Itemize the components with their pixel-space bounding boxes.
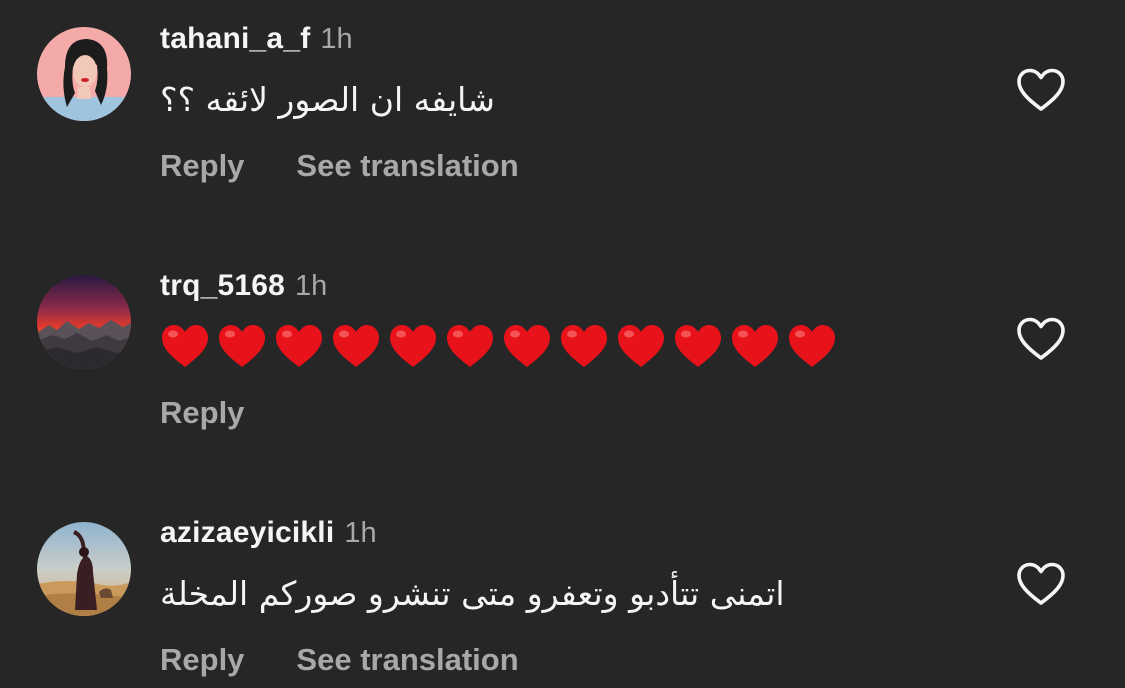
timestamp: 1h: [320, 23, 353, 55]
reply-button[interactable]: Reply: [160, 148, 244, 184]
illustrated-woman-avatar-icon: [37, 27, 131, 121]
red-heart-emoji-icon: [276, 325, 322, 367]
comment-item: tahani_a_f 1h شايفه ان الصور لائقه ؟؟ Re…: [0, 22, 1125, 222]
avatar[interactable]: [37, 275, 131, 369]
like-button[interactable]: [1016, 316, 1066, 362]
red-heart-emoji-icon: [447, 325, 493, 367]
comment-actions: Reply: [160, 395, 244, 431]
red-heart-emoji-icon: [390, 325, 436, 367]
comment-actions: Reply See translation: [160, 642, 519, 678]
see-translation-button[interactable]: See translation: [296, 642, 518, 678]
red-heart-emoji-icon: [732, 325, 778, 367]
username[interactable]: trq_5168: [160, 269, 285, 303]
see-translation-button[interactable]: See translation: [296, 148, 518, 184]
reply-button[interactable]: Reply: [160, 395, 244, 431]
comment-actions: Reply See translation: [160, 148, 519, 184]
like-button[interactable]: [1016, 561, 1066, 607]
comment-emoji-row: [160, 323, 837, 369]
comment-text: اتمنى تتأدبو وتعفرو متى تنشرو صوركم المخ…: [160, 574, 785, 613]
red-heart-emoji-icon: [504, 325, 550, 367]
heart-outline-icon: [1017, 68, 1065, 111]
comment-item: trq_5168 1h Reply: [0, 269, 1125, 469]
sunset-mountains-avatar-icon: [37, 275, 131, 369]
red-heart-emoji-icon: [675, 325, 721, 367]
person-desert-avatar-icon: [37, 522, 131, 616]
comment-meta: azizaeyicikli 1h: [160, 516, 377, 556]
red-heart-emoji-icon: [789, 325, 835, 367]
timestamp: 1h: [295, 270, 328, 302]
avatar[interactable]: [37, 27, 131, 121]
comment-meta: trq_5168 1h: [160, 269, 327, 309]
heart-outline-icon: [1017, 317, 1065, 360]
heart-outline-icon: [1017, 562, 1065, 605]
reply-button[interactable]: Reply: [160, 642, 244, 678]
comment-item: azizaeyicikli 1h اتمنى تتأدبو وتعفرو متى…: [0, 516, 1125, 688]
red-heart-emoji-icon: [561, 325, 607, 367]
username[interactable]: azizaeyicikli: [160, 516, 334, 550]
red-heart-emoji-icon: [618, 325, 664, 367]
red-heart-emoji-icon: [162, 325, 208, 367]
avatar[interactable]: [37, 522, 131, 616]
timestamp: 1h: [344, 517, 377, 549]
red-heart-emoji-icon: [333, 325, 379, 367]
comment-text: شايفه ان الصور لائقه ؟؟: [160, 80, 495, 119]
comments-list: tahani_a_f 1h شايفه ان الصور لائقه ؟؟ Re…: [0, 0, 1125, 688]
comment-meta: tahani_a_f 1h: [160, 22, 353, 62]
username[interactable]: tahani_a_f: [160, 22, 310, 56]
red-heart-emoji-icon: [219, 325, 265, 367]
like-button[interactable]: [1016, 67, 1066, 113]
